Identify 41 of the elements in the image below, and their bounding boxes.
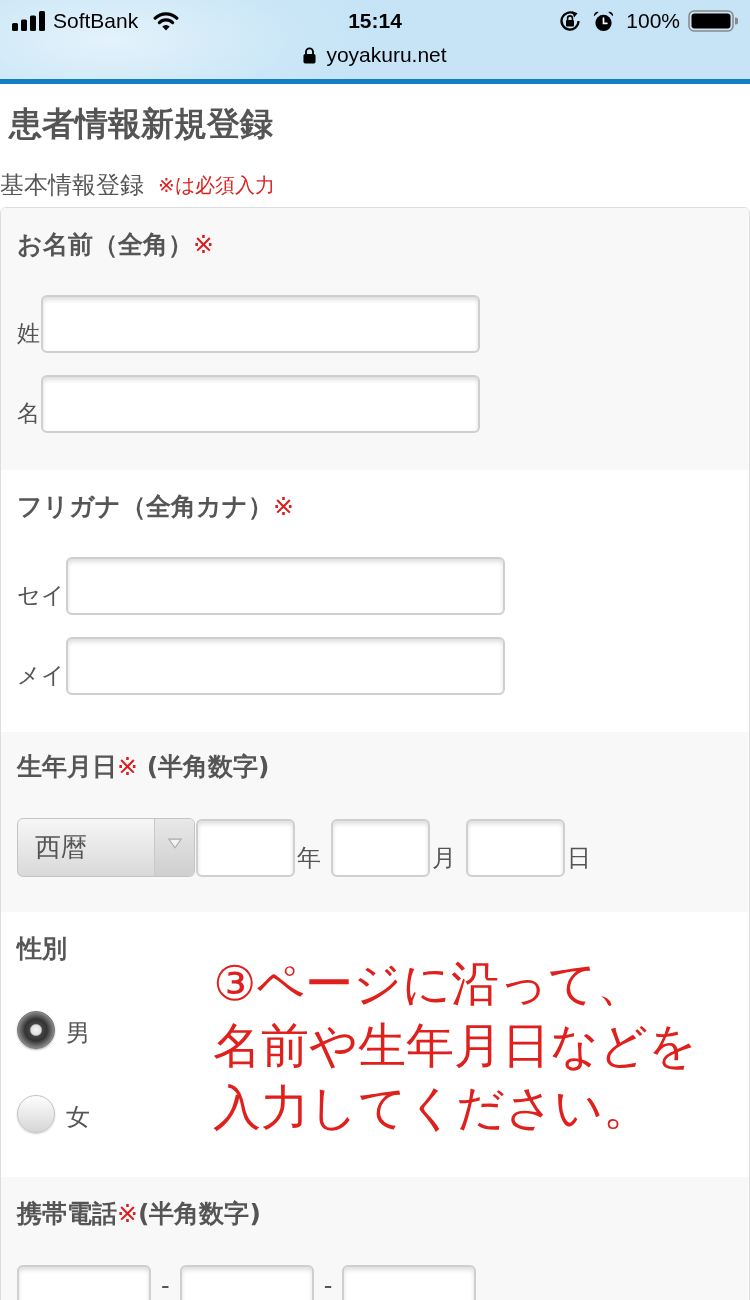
- section-heading: 生年月日※ (半角数字): [17, 752, 270, 782]
- section-subtitle: 基本情報登録: [0, 170, 144, 200]
- lock-icon: [303, 46, 317, 64]
- url-text[interactable]: yoyakuru.net: [326, 43, 447, 67]
- battery-percent: 100%: [626, 9, 680, 33]
- era-select[interactable]: 西暦: [17, 818, 195, 877]
- unit-label: 年: [297, 843, 321, 874]
- field-label: 名: [17, 399, 40, 428]
- clock-time: 15:14: [348, 9, 402, 32]
- input-field[interactable]: [41, 295, 480, 353]
- radio-label: 男: [66, 1018, 90, 1049]
- field-label: セイ: [17, 581, 65, 610]
- section-heading: お名前（全角）※: [17, 230, 214, 260]
- unit-label: 日: [567, 843, 591, 874]
- caret-icon: [167, 838, 182, 849]
- input-field[interactable]: [66, 637, 505, 695]
- section-heading: フリガナ（全角カナ）※: [17, 492, 294, 522]
- battery-icon: [688, 10, 738, 32]
- input-field[interactable]: [66, 557, 505, 615]
- input-field[interactable]: [41, 375, 480, 433]
- unit-label: -: [161, 1275, 170, 1297]
- carrier-name: SoftBank: [53, 9, 139, 33]
- wifi-icon: [153, 11, 180, 31]
- input-field[interactable]: [331, 819, 430, 877]
- field-label: 姓: [17, 319, 40, 348]
- unit-label: 月: [432, 843, 456, 874]
- field-label: メイ: [17, 661, 65, 690]
- section-heading: 性別: [17, 934, 67, 964]
- alarm-clock-icon: [593, 10, 615, 32]
- section-heading: 携帯電話※(半角数字): [17, 1199, 261, 1229]
- radio-button[interactable]: [17, 1095, 55, 1133]
- radio-label: 女: [66, 1102, 90, 1133]
- radio-button[interactable]: [17, 1011, 55, 1049]
- annotation-text: ③ページに沿って、 名前や生年月日などを 入力してください。: [213, 954, 697, 1137]
- signal-icon: [12, 11, 46, 31]
- page-title: 患者情報新規登録: [7, 103, 274, 144]
- required-note: ※は必須入力: [158, 172, 275, 199]
- unit-label: -: [323, 1275, 333, 1297]
- input-field[interactable]: [196, 819, 295, 877]
- orientation-lock-icon: [559, 10, 582, 32]
- input-field[interactable]: [466, 819, 565, 877]
